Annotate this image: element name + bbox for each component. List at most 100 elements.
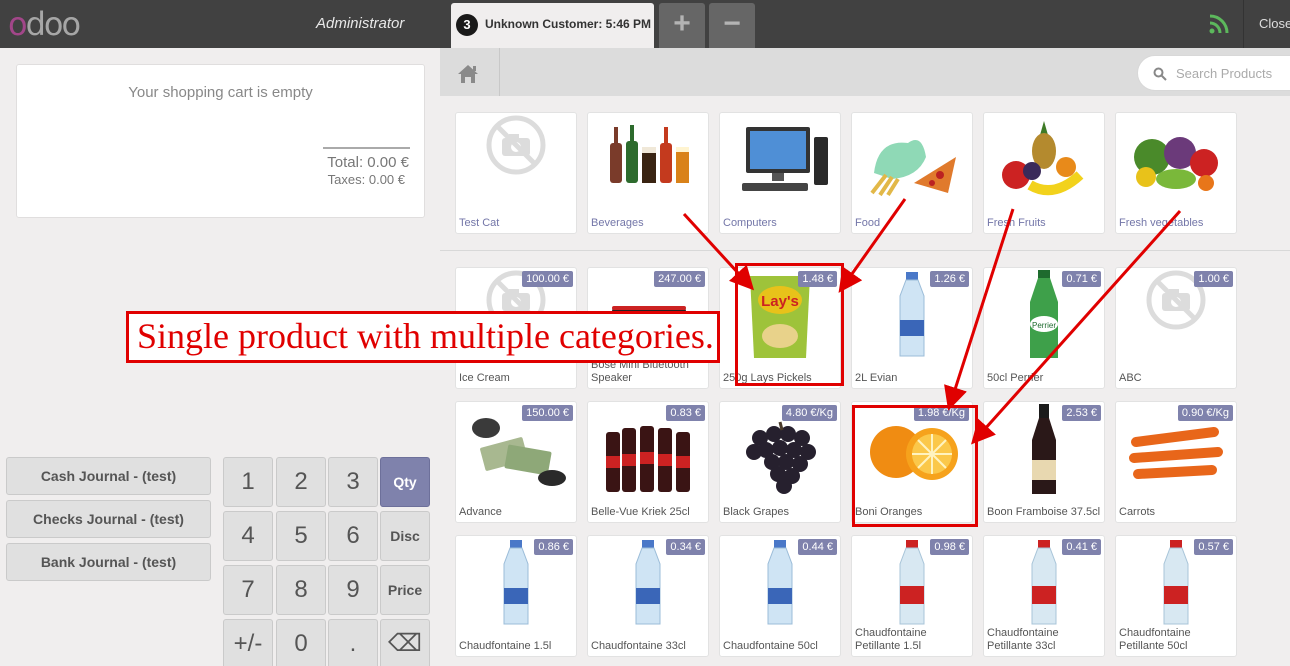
product-tile[interactable]: 1.26 € 2L Evian xyxy=(851,267,973,389)
price-tag: 150.00 € xyxy=(522,405,573,421)
price-tag: 0.57 € xyxy=(1194,539,1233,555)
order-number: 3 xyxy=(456,14,478,36)
cart-empty-message: Your shopping cart is empty xyxy=(128,84,313,101)
connection-status-icon[interactable] xyxy=(1209,14,1229,34)
product-name: Belle-Vue Kriek 25cl xyxy=(591,506,690,518)
product-name: Carrots xyxy=(1119,506,1156,518)
product-tile[interactable]: 0.34 € Chaudfontaine 33cl xyxy=(587,535,709,657)
close-button[interactable]: Close xyxy=(1243,0,1290,48)
key-2[interactable]: 2 xyxy=(276,457,326,507)
product-name: 2L Evian xyxy=(855,372,898,384)
discount-button[interactable]: Disc xyxy=(380,511,430,561)
category-name: Fresh vegetables xyxy=(1119,217,1204,229)
price-tag: 0.90 €/Kg xyxy=(1177,405,1233,421)
category-tile[interactable]: Food xyxy=(851,112,973,234)
qty-button[interactable]: Qty xyxy=(380,457,430,507)
category-tile[interactable]: Computers xyxy=(719,112,841,234)
backspace-button[interactable]: ⌫ xyxy=(380,619,430,666)
product-tile[interactable]: 0.41 € Chaudfontaine Petillante 33cl xyxy=(983,535,1105,657)
price-tag: 100.00 € xyxy=(522,271,573,287)
new-order-button[interactable]: + xyxy=(659,3,705,48)
product-name: Ice Cream xyxy=(459,372,510,384)
highlight-oranges xyxy=(852,405,978,527)
home-breadcrumb[interactable] xyxy=(440,48,500,96)
order-tab[interactable]: 3 Unknown Customer: 5:46 PM xyxy=(451,3,654,48)
cart-total: Total: 0.00 € xyxy=(327,154,409,171)
computer-icon xyxy=(720,113,840,209)
category-name: Food xyxy=(855,217,881,229)
price-tag: 1.26 € xyxy=(930,271,969,287)
product-tile[interactable]: 150.00 € Advance xyxy=(455,401,577,523)
search-box[interactable] xyxy=(1137,55,1290,91)
price-button[interactable]: Price xyxy=(380,565,430,615)
product-tile[interactable]: Perrier 0.71 € 50cl Perrier xyxy=(983,267,1105,389)
cart-taxes: Taxes: 0.00 € xyxy=(327,172,405,187)
price-tag: 0.83 € xyxy=(666,405,705,421)
plus-minus-button[interactable]: +/- xyxy=(223,619,273,666)
vegetables-icon xyxy=(1116,113,1236,209)
price-tag: 247.00 € xyxy=(654,271,705,287)
svg-text:Perrier: Perrier xyxy=(1032,321,1056,330)
cart-total-separator xyxy=(323,147,410,149)
product-name: Chaudfontaine Petillante 33cl xyxy=(987,627,1059,652)
decimal-button[interactable]: . xyxy=(328,619,378,666)
bottles-icon xyxy=(588,113,708,209)
price-tag: 0.41 € xyxy=(1062,539,1101,555)
price-tag: 2.53 € xyxy=(1062,405,1101,421)
checks-journal-button[interactable]: Checks Journal - (test) xyxy=(6,500,211,538)
product-tile[interactable]: 4.80 €/Kg Black Grapes xyxy=(719,401,841,523)
category-tile[interactable]: Test Cat xyxy=(455,112,577,234)
category-name: Computers xyxy=(723,217,777,229)
delete-order-button[interactable]: − xyxy=(709,3,755,48)
category-tile[interactable]: Beverages xyxy=(587,112,709,234)
product-name: Black Grapes xyxy=(723,506,790,518)
key-5[interactable]: 5 xyxy=(276,511,326,561)
category-tile[interactable]: Fresh Fruits xyxy=(983,112,1105,234)
highlight-lays xyxy=(735,263,844,386)
bank-journal-button[interactable]: Bank Journal - (test) xyxy=(6,543,211,581)
key-3[interactable]: 3 xyxy=(328,457,378,507)
price-tag: 4.80 €/Kg xyxy=(781,405,837,421)
product-tile[interactable]: 0.83 € Belle-Vue Kriek 25cl xyxy=(587,401,709,523)
product-tile[interactable]: 0.90 €/Kg Carrots xyxy=(1115,401,1237,523)
product-name: ABC xyxy=(1119,372,1142,384)
home-icon xyxy=(458,65,478,83)
category-name: Fresh Fruits xyxy=(987,217,1046,229)
order-label: Unknown Customer: 5:46 PM xyxy=(485,17,652,31)
product-name: Chaudfontaine 1.5l xyxy=(459,640,552,652)
order-cart: Your shopping cart is empty Total: 0.00 … xyxy=(16,64,425,218)
product-name: 50cl Perrier xyxy=(987,372,1044,384)
product-name: Advance xyxy=(459,506,502,518)
product-name: Chaudfontaine Petillante 1.5l xyxy=(855,627,927,652)
category-tile[interactable]: Fresh vegetables xyxy=(1115,112,1237,234)
price-tag: 0.44 € xyxy=(798,539,837,555)
category-name: Beverages xyxy=(591,217,644,229)
food-icon xyxy=(852,113,972,209)
key-9[interactable]: 9 xyxy=(328,565,378,615)
price-tag: 0.86 € xyxy=(534,539,573,555)
price-tag: 0.98 € xyxy=(930,539,969,555)
odoo-logo: odoo xyxy=(8,5,81,43)
key-6[interactable]: 6 xyxy=(328,511,378,561)
key-4[interactable]: 4 xyxy=(223,511,273,561)
key-1[interactable]: 1 xyxy=(223,457,273,507)
search-icon xyxy=(1153,67,1167,81)
price-tag: 0.34 € xyxy=(666,539,705,555)
product-tile[interactable]: 0.44 € Chaudfontaine 50cl xyxy=(719,535,841,657)
key-7[interactable]: 7 xyxy=(223,565,273,615)
product-tile[interactable]: 1.00 € ABC xyxy=(1115,267,1237,389)
category-name: Test Cat xyxy=(459,217,500,229)
price-tag: 1.00 € xyxy=(1194,271,1233,287)
top-bar: odoo Administrator 3 Unknown Customer: 5… xyxy=(0,0,1290,48)
fruits-icon xyxy=(984,113,1104,209)
product-tile[interactable]: 0.86 € Chaudfontaine 1.5l xyxy=(455,535,577,657)
cash-journal-button[interactable]: Cash Journal - (test) xyxy=(6,457,211,495)
product-name: Chaudfontaine 50cl xyxy=(723,640,818,652)
product-tile[interactable]: 2.53 € Boon Framboise 37.5cl xyxy=(983,401,1105,523)
product-tile[interactable]: 0.98 € Chaudfontaine Petillante 1.5l xyxy=(851,535,973,657)
search-input[interactable] xyxy=(1176,56,1290,90)
key-8[interactable]: 8 xyxy=(276,565,326,615)
price-tag: 0.71 € xyxy=(1062,271,1101,287)
key-0[interactable]: 0 xyxy=(276,619,326,666)
product-tile[interactable]: 0.57 € Chaudfontaine Petillante 50cl xyxy=(1115,535,1237,657)
